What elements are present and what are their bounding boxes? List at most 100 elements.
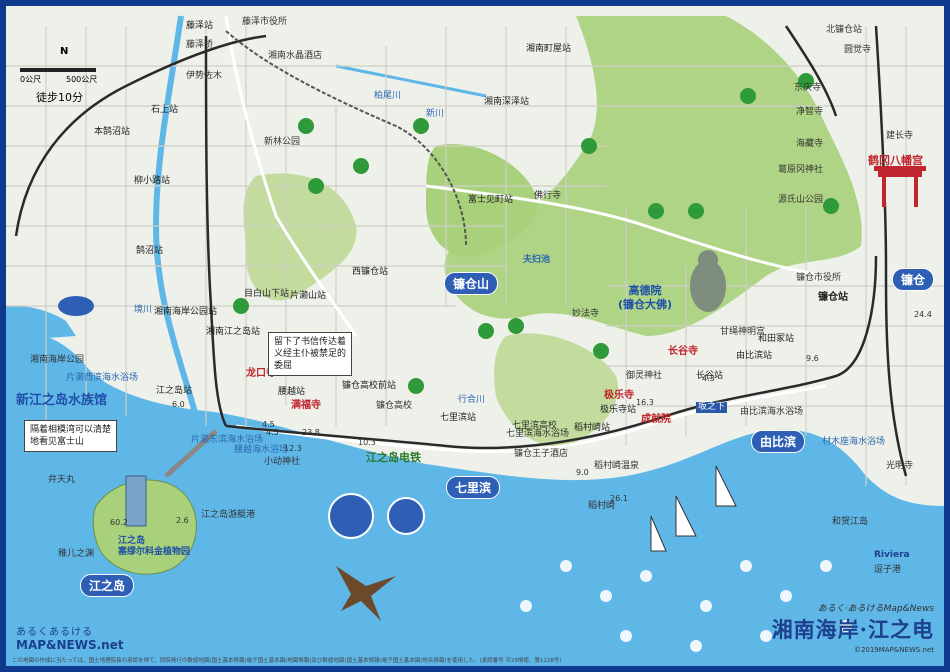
brand-line2: MAP&NEWS.net bbox=[16, 638, 124, 652]
label-zushi-port: 逗子港 bbox=[874, 565, 902, 575]
label-kenchoji: 建长寺 bbox=[886, 131, 914, 141]
label-shichiri-beach: 七里滨海水浴场 bbox=[506, 429, 570, 439]
station-shonanenoshima[interactable]: 湘南江之岛站 bbox=[206, 324, 260, 337]
label-fujisawa-bridge: 藤泽桥 bbox=[186, 40, 214, 50]
station-enoshima[interactable]: 江之岛站 bbox=[156, 383, 192, 396]
label-butsugyoji: 佛行寺 bbox=[534, 191, 562, 201]
elev-11: 24.4 bbox=[914, 310, 932, 319]
label-shinrin-park: 新林公园 bbox=[264, 137, 301, 147]
elev-1: 60.2 bbox=[110, 518, 128, 527]
label-hasedera[interactable]: 长谷寺 bbox=[668, 342, 698, 357]
north-arrow-icon: N bbox=[60, 46, 68, 57]
title-box: あるく·あるけるMap&News 湘南海岸·江之电 ©2019MAP&NEWS.… bbox=[772, 601, 934, 654]
station-inamuragasaki[interactable]: 稻村崎站 bbox=[574, 420, 610, 433]
label-zaimokuza-beach: 材木座海水浴场 bbox=[822, 437, 886, 447]
label-jojuin[interactable]: 成就院 bbox=[641, 410, 671, 425]
station-shonanfukazawa[interactable]: 湘南深泽站 bbox=[484, 94, 529, 107]
label-tsurugaoka[interactable]: 鹤冈八幡宫 bbox=[868, 152, 923, 168]
label-isesaki: 伊势佐木 bbox=[186, 71, 223, 81]
label-katasehigashi-beach: 片濑东滨海水浴场 bbox=[191, 435, 264, 445]
label-genjiyama: 源氏山公园 bbox=[778, 195, 824, 205]
label-kitakamakura-station: 北镰仓站 bbox=[826, 25, 863, 35]
label-botanical[interactable]: 江之岛 塞缪尔科金植物园 bbox=[118, 536, 190, 558]
map-credit: ©2019MAP&NEWS.net bbox=[853, 646, 934, 654]
scale-five: 500公尺 bbox=[66, 75, 98, 84]
shrine-icon bbox=[874, 166, 926, 207]
note-book: 留下了书信传达着 义经主仆被禁足的 委屈 bbox=[268, 332, 353, 376]
station-shonankaigankoen[interactable]: 湘南海岸公园站 bbox=[154, 304, 217, 317]
elev-9: 4.3 bbox=[702, 374, 715, 383]
scale-walk: 徒步10分 bbox=[36, 91, 83, 104]
station-gokurakuji[interactable]: 极乐寺站 bbox=[600, 402, 636, 415]
station-kamakura[interactable]: 镰仓站 bbox=[818, 288, 848, 303]
label-kashio-river: 柏尾川 bbox=[374, 91, 402, 101]
station-kamakurakokomae[interactable]: 镰仓高校前站 bbox=[342, 378, 396, 391]
enoshima-tower-icon bbox=[125, 475, 147, 527]
label-crystal-hotel: 湘南水晶酒店 bbox=[268, 51, 323, 61]
area-kamakura[interactable]: 镰仓 bbox=[892, 268, 935, 291]
elev-10: 9.6 bbox=[806, 354, 819, 363]
station-katasesan[interactable]: 片濑山站 bbox=[290, 288, 326, 301]
station-honkugenuma[interactable]: 本鹄沼站 bbox=[94, 124, 130, 137]
elev-4: 23.8 bbox=[302, 428, 320, 437]
label-fujisawa-city-hall: 藤泽市役所 bbox=[242, 17, 288, 27]
scale-zero: 0公尺 bbox=[20, 75, 42, 84]
area-shichirigahama[interactable]: 七里滨 bbox=[446, 476, 501, 499]
label-inamura-onsen: 稻村崎温泉 bbox=[594, 461, 640, 471]
label-inamuragasaki: 稻村崎 bbox=[588, 501, 616, 511]
label-sakai-river: 境川 bbox=[134, 305, 153, 315]
station-shichirigahama[interactable]: 七里滨站 bbox=[440, 410, 476, 423]
label-shinkawa: 新川 bbox=[426, 109, 445, 119]
note-fuji: 隔着相模湾可以清楚 地看见富士山 bbox=[24, 420, 118, 452]
label-tokeiji: 东庆寺 bbox=[794, 83, 822, 93]
label-sakanoshita: 坂之下 bbox=[696, 402, 728, 413]
hills-west bbox=[243, 173, 357, 301]
station-mejiroyamashita[interactable]: 目白山下站 bbox=[244, 286, 289, 299]
elev-3: 12.3 bbox=[284, 444, 302, 453]
label-prince-hotel: 镰仓王子酒店 bbox=[514, 449, 569, 459]
label-koshigoe-beach: 腰越海水浴场 bbox=[234, 445, 289, 455]
label-katasenishi-beach: 片濑西滨海水浴场 bbox=[66, 373, 139, 383]
label-yacht-harbor: 江之岛游艇港 bbox=[201, 510, 256, 520]
label-manpukuji[interactable]: 满福寺 bbox=[291, 396, 321, 411]
label-riviera: Riviera bbox=[874, 550, 910, 560]
map-subtitle: あるく·あるけるMap&News bbox=[817, 604, 934, 614]
label-aquarium[interactable]: 新江之岛水族馆 bbox=[16, 389, 107, 408]
label-myohoji: 妙法寺 bbox=[572, 309, 600, 319]
area-yuigahama[interactable]: 由比滨 bbox=[751, 430, 806, 453]
station-ishigami[interactable]: 石上站 bbox=[151, 102, 178, 115]
label-yukiai-river: 行合川 bbox=[458, 395, 486, 405]
area-kamakurayama[interactable]: 镰仓山 bbox=[444, 272, 499, 295]
label-enoden[interactable]: 江之岛电铁 bbox=[366, 449, 421, 465]
legal-notice: この地図の作成に当たっては、国土地理院長の承認を得て、同院発行の数値地図(国土基… bbox=[12, 658, 562, 664]
station-koshigoe[interactable]: 腰越站 bbox=[278, 384, 305, 397]
station-kugenuma[interactable]: 鹄沼站 bbox=[136, 243, 163, 256]
elev-6: 9.0 bbox=[576, 468, 589, 477]
label-gokurakuji[interactable]: 极乐寺 bbox=[604, 386, 634, 401]
station-fujimicho[interactable]: 富士见町站 bbox=[468, 192, 513, 205]
label-daibutsu[interactable]: 高德院 (镰仓大佛) bbox=[618, 284, 672, 312]
station-yuigahama[interactable]: 由比滨站 bbox=[736, 348, 772, 361]
station-shonanmachiya[interactable]: 湘南町屋站 bbox=[526, 41, 571, 54]
label-yuigahama-beach: 由比滨海水浴场 bbox=[740, 407, 804, 417]
brand-logo: あるくあるける MAP&NEWS.net bbox=[16, 623, 124, 652]
label-goryo: 御灵神社 bbox=[626, 371, 663, 381]
label-kuzuharaoka: 葛原冈神社 bbox=[778, 165, 824, 175]
station-nishikamakura[interactable]: 西镰仓站 bbox=[352, 264, 388, 277]
area-enoshima[interactable]: 江之岛 bbox=[80, 574, 135, 597]
station-yanagikoji[interactable]: 柳小路站 bbox=[134, 173, 170, 186]
elev-12: 6.0 bbox=[172, 400, 185, 409]
elev-14: 2.6 bbox=[176, 516, 189, 525]
brand-line1: あるくあるける bbox=[16, 627, 93, 638]
north-label: N bbox=[60, 46, 69, 57]
map-canvas[interactable] bbox=[6, 6, 944, 666]
label-meoto-pond: 夫妇池 bbox=[523, 255, 551, 265]
label-amanawa: 甘绳神明宫 bbox=[720, 327, 766, 337]
map-title: 湘南海岸·江之电 bbox=[771, 617, 934, 642]
label-kaizoji: 海藏寺 bbox=[796, 139, 824, 149]
station-fujisawa[interactable]: 藤泽站 bbox=[186, 18, 213, 31]
label-shonan-park: 湘南海岸公园 bbox=[30, 355, 85, 365]
elev-7: 26.1 bbox=[610, 494, 628, 503]
elev-8: 16.3 bbox=[636, 398, 654, 407]
label-wakaejima: 和贺江岛 bbox=[832, 517, 869, 527]
